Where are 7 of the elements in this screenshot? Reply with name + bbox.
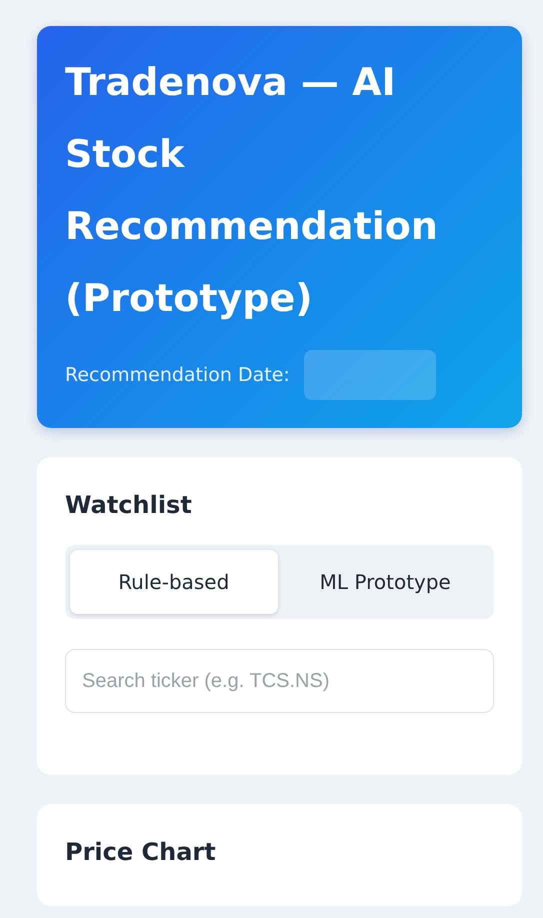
section-title: Price Chart <box>65 838 217 866</box>
search-field[interactable]: Search ticker (e.g. TCS.NS) <box>65 649 494 713</box>
tab[interactable]: Rule-based <box>70 550 278 614</box>
section-title: Watchlist <box>65 491 193 519</box>
app-title: Tradenova — AI Stock Recommendation (Prototype) <box>65 59 439 322</box>
tab[interactable]: ML Prototype <box>282 550 489 614</box>
date-label: Recommendation Date: <box>65 364 290 386</box>
